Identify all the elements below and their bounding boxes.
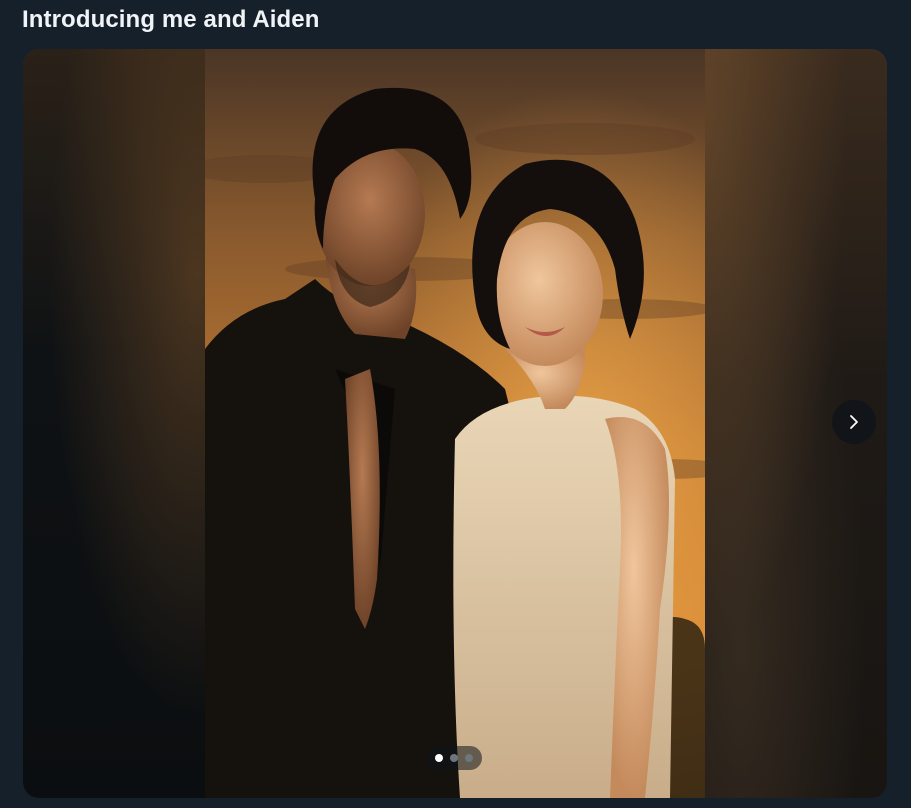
pagination-dot-1[interactable] bbox=[435, 754, 443, 762]
media-carousel[interactable] bbox=[23, 49, 887, 798]
pagination-dot-2[interactable] bbox=[450, 754, 458, 762]
next-image-button[interactable] bbox=[832, 400, 876, 444]
post-title: Introducing me and Aiden bbox=[22, 6, 320, 33]
pagination-dot-3[interactable] bbox=[465, 754, 473, 762]
carousel-image[interactable] bbox=[205, 49, 705, 798]
carousel-pagination bbox=[426, 746, 482, 770]
blurred-backdrop-left bbox=[23, 49, 206, 798]
chevron-right-icon bbox=[850, 415, 858, 429]
